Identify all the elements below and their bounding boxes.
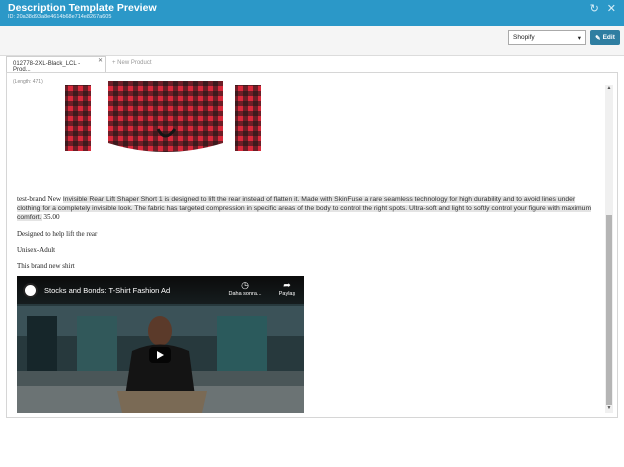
left-sleeve	[65, 85, 91, 151]
play-button[interactable]	[149, 347, 171, 363]
description-prefix: test-brand New	[17, 195, 63, 203]
product-tabs: 012778-2XL-Black_LCL - Prod... ✕ + New P…	[6, 56, 158, 73]
window-title: Description Template Preview	[8, 2, 157, 14]
description-price: 35.00	[41, 213, 60, 222]
description-paragraph: test-brand New Invisible Rear Lift Shape…	[17, 195, 595, 223]
edit-button[interactable]: ✎ Edit	[590, 30, 620, 45]
pencil-icon: ✎	[595, 34, 601, 42]
product-image	[65, 81, 261, 152]
share-button[interactable]: ➦ Paylaş	[273, 280, 301, 297]
title-bar-actions: ↻ ✕	[590, 2, 616, 15]
template-id: ID: 20a38d93a8e4614b68e714e8267a605	[8, 14, 112, 20]
scroll-up-icon[interactable]: ▲	[605, 85, 613, 93]
description-line: Designed to help lift the rear	[17, 230, 98, 238]
tab-close-icon[interactable]: ✕	[98, 57, 103, 64]
video-embed[interactable]: Stocks and Bonds: T-Shirt Fashion Ad ◷ D…	[17, 276, 304, 413]
description-line: Unisex-Adult	[17, 246, 56, 254]
right-sleeve	[235, 85, 261, 151]
shirt-body	[108, 81, 223, 152]
edit-button-label: Edit	[602, 34, 615, 41]
length-label: (Length: 471)	[13, 79, 43, 85]
video-title[interactable]: Stocks and Bonds: T-Shirt Fashion Ad	[44, 286, 170, 295]
preview-window: Description Template Preview ID: 20a38d9…	[0, 0, 624, 467]
share-arrow-icon: ➦	[283, 280, 291, 290]
tab-product[interactable]: 012778-2XL-Black_LCL - Prod... ✕	[6, 56, 106, 73]
title-bar: Description Template Preview ID: 20a38d9…	[0, 0, 624, 26]
watch-later-label: Daha sonra...	[228, 291, 262, 297]
vertical-scrollbar[interactable]: ▲ ▼	[605, 85, 613, 413]
platform-select[interactable]: Shopify ▾	[508, 30, 586, 45]
watch-later-button[interactable]: ◷ Daha sonra...	[227, 280, 263, 297]
channel-logo-icon[interactable]	[23, 283, 38, 298]
clock-icon: ◷	[241, 280, 249, 290]
toolbar: Shopify ▾ ✎ Edit	[0, 26, 624, 56]
tab-new-product[interactable]: + New Product	[106, 56, 158, 72]
scroll-thumb[interactable]	[606, 215, 612, 405]
play-icon	[157, 351, 164, 359]
refresh-icon[interactable]: ↻	[590, 2, 599, 15]
bottom-area	[0, 424, 624, 467]
close-icon[interactable]: ✕	[607, 2, 616, 15]
scroll-down-icon[interactable]: ▼	[605, 405, 613, 413]
platform-select-value: Shopify	[513, 34, 535, 41]
description-line: This brand new shirt	[17, 262, 75, 270]
preview-content: (Length: 471) test-brand New Invisible R…	[6, 72, 618, 418]
share-label: Paylaş	[278, 291, 296, 297]
chevron-down-icon: ▾	[577, 34, 581, 42]
description-highlight: Invisible Rear Lift Shaper Short 1 is de…	[17, 196, 592, 222]
